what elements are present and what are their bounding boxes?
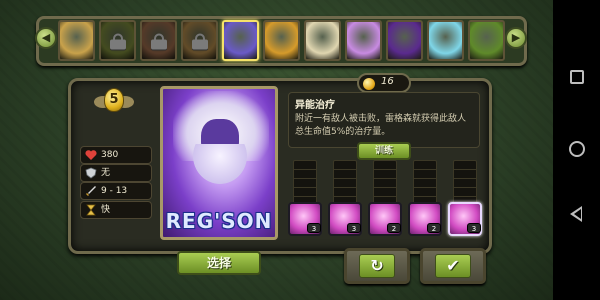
confirm-button[interactable]: ✔ — [420, 248, 486, 284]
skill-slot-2[interactable]: 3 — [328, 160, 362, 238]
skill-slot-5[interactable]: 3 — [448, 160, 482, 238]
lock-icon — [109, 33, 126, 49]
hero-portrait: REG'SON — [160, 86, 278, 240]
chevron-right-icon: ▶ — [511, 31, 521, 44]
lock-icon — [191, 33, 208, 49]
scroll-right-button[interactable]: ▶ — [505, 27, 527, 49]
chevron-left-icon: ◀ — [41, 31, 51, 44]
shield-icon — [85, 167, 97, 179]
skill-description-box: 异能治疗 附近一有敌人被击败，雷格森就获得此敌人总生命值5%的治疗量。 — [288, 92, 480, 148]
hero-slot-hero-7[interactable] — [304, 20, 341, 61]
skill-level-track — [333, 160, 357, 204]
undo-button[interactable]: ↻ — [344, 248, 410, 284]
lock-icon — [150, 33, 167, 49]
hero-slot-hero-3[interactable] — [140, 20, 177, 61]
stat-damage: 9 - 13 — [80, 182, 152, 200]
currency-value: 16 — [381, 76, 394, 87]
hero-slot-regson[interactable] — [222, 20, 259, 61]
skill-cost-badge: 2 — [427, 223, 441, 233]
stat-health: 380 — [80, 146, 152, 164]
scroll-left-button[interactable]: ◀ — [35, 27, 57, 49]
level-value: 5 — [104, 88, 124, 112]
skill-cost-badge: 2 — [387, 223, 401, 233]
hero-slot-hero-4[interactable] — [181, 20, 218, 61]
undo-icon: ↻ — [359, 254, 395, 278]
skill-level-track — [413, 160, 437, 204]
skill-level-track — [453, 160, 477, 204]
hero-slot-hero-2[interactable] — [99, 20, 136, 61]
checkmark-icon: ✔ — [435, 254, 471, 278]
game-screen: ◀ ▶ 5 380 无 9 - 13 快 REG'SON 16 异能治疗 附近一… — [0, 0, 553, 300]
hero-level-badge: 5 — [94, 88, 134, 118]
sword-icon — [86, 186, 96, 196]
stat-armor: 无 — [80, 164, 152, 182]
hero-name-logo: REG'SON — [165, 209, 273, 233]
hero-slot-hero-11[interactable] — [468, 20, 505, 61]
hero-slot-hero-1[interactable] — [58, 20, 95, 61]
hero-slot-hero-9[interactable] — [386, 20, 423, 61]
train-button[interactable]: 训练 — [357, 142, 411, 160]
hourglass-icon — [86, 204, 96, 216]
speed-value: 快 — [101, 205, 111, 215]
damage-value: 9 - 13 — [101, 186, 128, 196]
hero-slot-hero-10[interactable] — [427, 20, 464, 61]
skill-cost-badge: 3 — [467, 223, 481, 233]
skill-slot-3[interactable]: 2 — [368, 160, 402, 238]
hero-slot-hero-6[interactable] — [263, 20, 300, 61]
back-icon[interactable] — [570, 206, 582, 222]
skill-cost-badge: 3 — [307, 223, 321, 233]
recents-icon[interactable] — [570, 70, 584, 84]
android-navigation-bar — [553, 0, 600, 300]
select-hero-button[interactable]: 选择 — [177, 251, 261, 275]
skill-slot-4[interactable]: 2 — [408, 160, 442, 238]
skill-level-track — [293, 160, 317, 204]
heart-icon — [85, 150, 97, 160]
armor-value: 无 — [101, 168, 111, 178]
stat-speed: 快 — [80, 201, 152, 219]
skill-level-track — [373, 160, 397, 204]
coin-icon — [363, 78, 375, 90]
health-value: 380 — [101, 150, 119, 160]
skill-description: 附近一有敌人被击败，雷格森就获得此敌人总生命值5%的治疗量。 — [295, 114, 467, 137]
currency-counter: 16 — [357, 73, 411, 93]
skill-slot-1[interactable]: 3 — [288, 160, 322, 238]
skill-cost-badge: 3 — [347, 223, 361, 233]
hero-slot-hero-8[interactable] — [345, 20, 382, 61]
home-icon[interactable] — [569, 141, 585, 157]
skill-title: 异能治疗 — [295, 100, 335, 111]
